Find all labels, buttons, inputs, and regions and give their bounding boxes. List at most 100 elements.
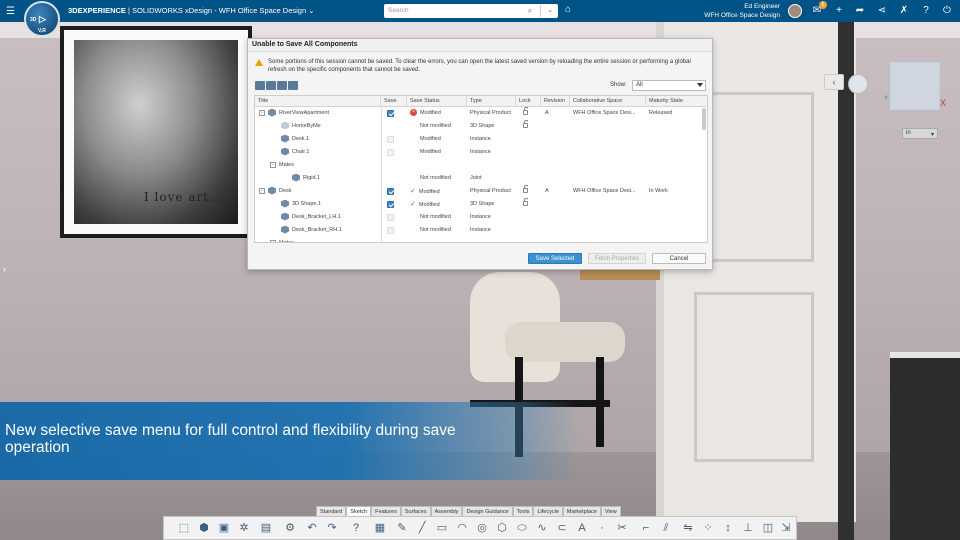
pencil-icon[interactable]: ✎ xyxy=(396,522,408,535)
constraint-icon[interactable]: ⊥ xyxy=(742,522,754,535)
unit-select[interactable]: in ▾ xyxy=(902,128,938,139)
avatar[interactable] xyxy=(788,4,802,18)
redo-icon[interactable]: ↷ xyxy=(326,522,338,535)
tab-assembly[interactable]: Assembly xyxy=(430,506,463,516)
power-icon[interactable]: ⏻ xyxy=(940,4,954,18)
search-options-chevron-icon[interactable]: ⌄ xyxy=(542,4,558,18)
collapse-icon[interactable]: - xyxy=(270,161,276,168)
chevron-right-icon[interactable]: › xyxy=(3,264,6,274)
view-orientation-icon[interactable] xyxy=(848,74,868,94)
tools-icon[interactable]: ✗ xyxy=(897,4,911,18)
mirror-icon[interactable]: ⇋ xyxy=(682,522,694,535)
settings-gear-icon[interactable]: ✲ xyxy=(238,522,250,535)
save-checkbox[interactable] xyxy=(387,201,394,208)
spline-icon[interactable]: ∿ xyxy=(536,522,548,535)
tab-tools[interactable]: Tools xyxy=(512,506,534,516)
expand-all-icon[interactable] xyxy=(255,81,265,90)
undo-icon[interactable]: ↶ xyxy=(306,522,318,535)
save-checkbox[interactable] xyxy=(387,188,394,195)
fetch-properties-button[interactable]: Fetch Properties xyxy=(588,253,646,264)
offset-icon[interactable]: ⫽ xyxy=(660,522,672,535)
save-icon[interactable]: ▣ xyxy=(218,522,230,535)
select-all-icon[interactable] xyxy=(277,81,287,90)
table-row[interactable]: 3D Shape.1 ✓ Modified 3D Shape xyxy=(255,198,707,211)
collapse-icon[interactable]: - xyxy=(270,239,276,242)
column-header[interactable]: Revision xyxy=(541,96,570,107)
column-header[interactable]: Title xyxy=(255,96,381,107)
cube-icon[interactable]: ◫ xyxy=(762,522,774,535)
chevron-left-icon[interactable]: ‹ xyxy=(824,74,844,90)
table-row[interactable]: - RiverViewApartment × Modified Physical Pro… xyxy=(255,107,707,120)
slot-icon[interactable]: ⊂ xyxy=(556,522,568,535)
table-row[interactable]: - Mates xyxy=(255,237,707,242)
rectangle-icon[interactable]: ▭ xyxy=(436,522,448,535)
circle-icon[interactable]: ◎ xyxy=(476,522,488,535)
cancel-button[interactable]: Cancel xyxy=(652,253,706,264)
save-checkbox[interactable] xyxy=(387,136,394,143)
trim-icon[interactable]: ✂ xyxy=(616,522,628,535)
sketch-icon[interactable]: ▦ xyxy=(374,522,386,535)
ellipse-icon[interactable]: ⬭ xyxy=(516,522,528,535)
table-row[interactable]: - Mates xyxy=(255,159,707,172)
table-row[interactable]: Desk_Bracket_RH.1 Not modified Instance xyxy=(255,224,707,237)
table-row[interactable]: - Desk ✓ Modified Physical Product A WFH Offic… xyxy=(255,185,707,198)
component-icon[interactable]: ⬢ xyxy=(198,522,210,535)
table-row[interactable]: Desk.1 Modified Instance xyxy=(255,133,707,146)
tab-sketch[interactable]: Sketch xyxy=(346,506,372,516)
deselect-all-icon[interactable] xyxy=(288,81,298,90)
column-header[interactable]: Type xyxy=(467,96,516,107)
column-header[interactable]: Lock xyxy=(516,96,541,107)
collapse-icon[interactable]: - xyxy=(259,109,265,116)
tab-standard[interactable]: Standard xyxy=(316,506,347,516)
save-checkbox[interactable] xyxy=(387,149,394,156)
text-icon[interactable]: A xyxy=(576,522,588,535)
table-scrollbar[interactable] xyxy=(702,108,706,130)
view-cube[interactable] xyxy=(890,62,940,110)
save-selected-button[interactable]: Save Selected xyxy=(528,253,582,264)
lock-icon[interactable] xyxy=(523,107,528,115)
collapse-icon[interactable]: - xyxy=(259,187,265,194)
help-icon[interactable]: ? xyxy=(919,4,933,18)
user-info[interactable]: Ed Engineer WFH Office Space Design xyxy=(660,2,780,20)
save-checkbox[interactable] xyxy=(387,110,394,117)
exit-sketch-icon[interactable]: ⇲ xyxy=(780,522,792,535)
column-header[interactable]: Maturity State xyxy=(646,96,707,107)
tab-marketplace[interactable]: Marketplace xyxy=(562,506,601,516)
properties-icon[interactable]: ▤ xyxy=(260,522,272,535)
table-row[interactable]: Rigid.1 Not modified Joint xyxy=(255,172,707,185)
save-checkbox[interactable] xyxy=(387,227,394,234)
fillet-icon[interactable]: ⌐ xyxy=(640,522,652,535)
tab-features[interactable]: Features xyxy=(371,506,401,516)
pattern-icon[interactable]: ⁘ xyxy=(702,522,714,535)
share-icon[interactable]: ➦ xyxy=(853,4,867,18)
tab-lifecycle[interactable]: Lifecycle xyxy=(533,506,563,516)
lock-icon[interactable] xyxy=(523,185,528,193)
tab-design-guidance[interactable]: Design Guidance xyxy=(462,506,513,516)
column-header[interactable]: Save Status xyxy=(407,96,467,107)
arc-icon[interactable]: ◠ xyxy=(456,522,468,535)
gear-icon[interactable]: ⚙ xyxy=(284,522,296,535)
save-checkbox[interactable] xyxy=(387,214,394,221)
polygon-icon[interactable]: ⬡ xyxy=(496,522,508,535)
show-filter-select[interactable]: All xyxy=(632,80,706,91)
table-row[interactable]: HomeByMe Not modified 3D Shape xyxy=(255,120,707,133)
new-sketch-icon[interactable]: ⬚ xyxy=(178,522,190,535)
hamburger-icon[interactable]: ☰ xyxy=(6,6,15,17)
network-icon[interactable]: ⋖ xyxy=(875,4,889,18)
column-header[interactable]: Save xyxy=(381,96,407,107)
line-icon[interactable]: ╱ xyxy=(416,522,428,535)
search-icon[interactable]: ⌕ xyxy=(520,4,540,18)
compass[interactable]: 3D ▷ V,R xyxy=(24,1,60,37)
lock-icon[interactable] xyxy=(523,198,528,206)
table-row[interactable]: Chair.1 Modified Instance xyxy=(255,146,707,159)
point-icon[interactable]: · xyxy=(596,522,608,535)
tab-view[interactable]: View xyxy=(600,506,621,516)
tab-surfaces[interactable]: Surfaces xyxy=(400,506,431,516)
app-title[interactable]: 3DEXPERIENCE | SOLIDWORKS xDesign - WFH … xyxy=(68,6,315,15)
table-row[interactable]: Desk_Bracket_LH.1 Not modified Instance xyxy=(255,211,707,224)
lock-icon[interactable] xyxy=(523,120,528,128)
column-header[interactable]: Collaborative Space xyxy=(570,96,646,107)
add-icon[interactable]: + xyxy=(832,4,846,18)
dimension-icon[interactable]: ↕ xyxy=(722,522,734,535)
tag-icon[interactable]: ⌂ xyxy=(565,4,571,15)
